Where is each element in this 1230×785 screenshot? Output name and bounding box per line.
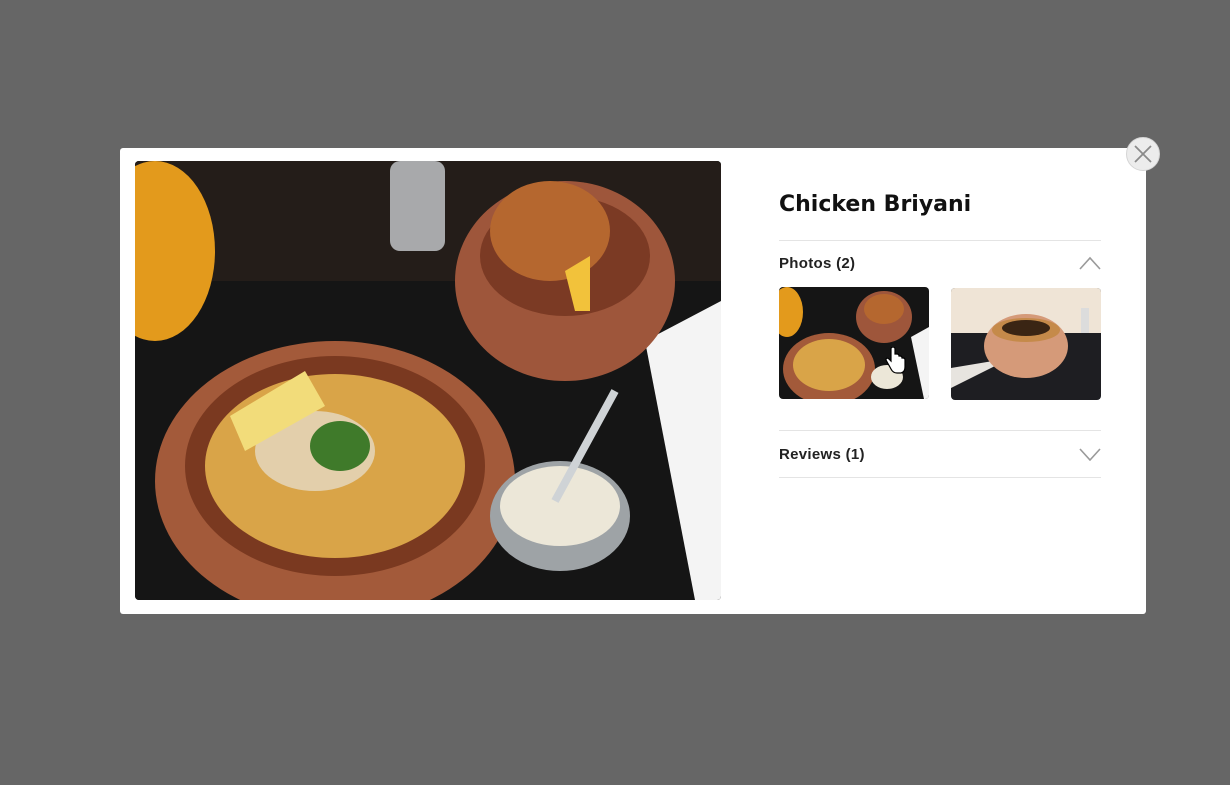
dish-title: Chicken Briyani [779, 192, 972, 217]
hand-pointer-icon [885, 347, 906, 374]
close-button[interactable] [1126, 137, 1160, 171]
divider [779, 477, 1101, 478]
thumbnail-briyani-pots[interactable] [779, 287, 929, 399]
reviews-section-label: Reviews (1) [779, 445, 865, 463]
dish-details-panel: Chicken Briyani Photos (2) Reviews (1) [779, 188, 1101, 478]
main-photo [135, 161, 721, 600]
photo-modal: Chicken Briyani Photos (2) Reviews (1) [120, 148, 1146, 614]
reviews-section-header[interactable]: Reviews (1) [779, 431, 1101, 477]
photos-section-header[interactable]: Photos (2) [779, 241, 1101, 285]
chevron-up-icon[interactable] [1079, 256, 1101, 270]
close-icon [1134, 145, 1152, 163]
photos-section-label: Photos (2) [779, 254, 856, 272]
chevron-down-icon[interactable] [1079, 447, 1101, 461]
photo-thumbnails [779, 287, 1101, 400]
thumbnail-clay-pot[interactable] [951, 288, 1101, 400]
